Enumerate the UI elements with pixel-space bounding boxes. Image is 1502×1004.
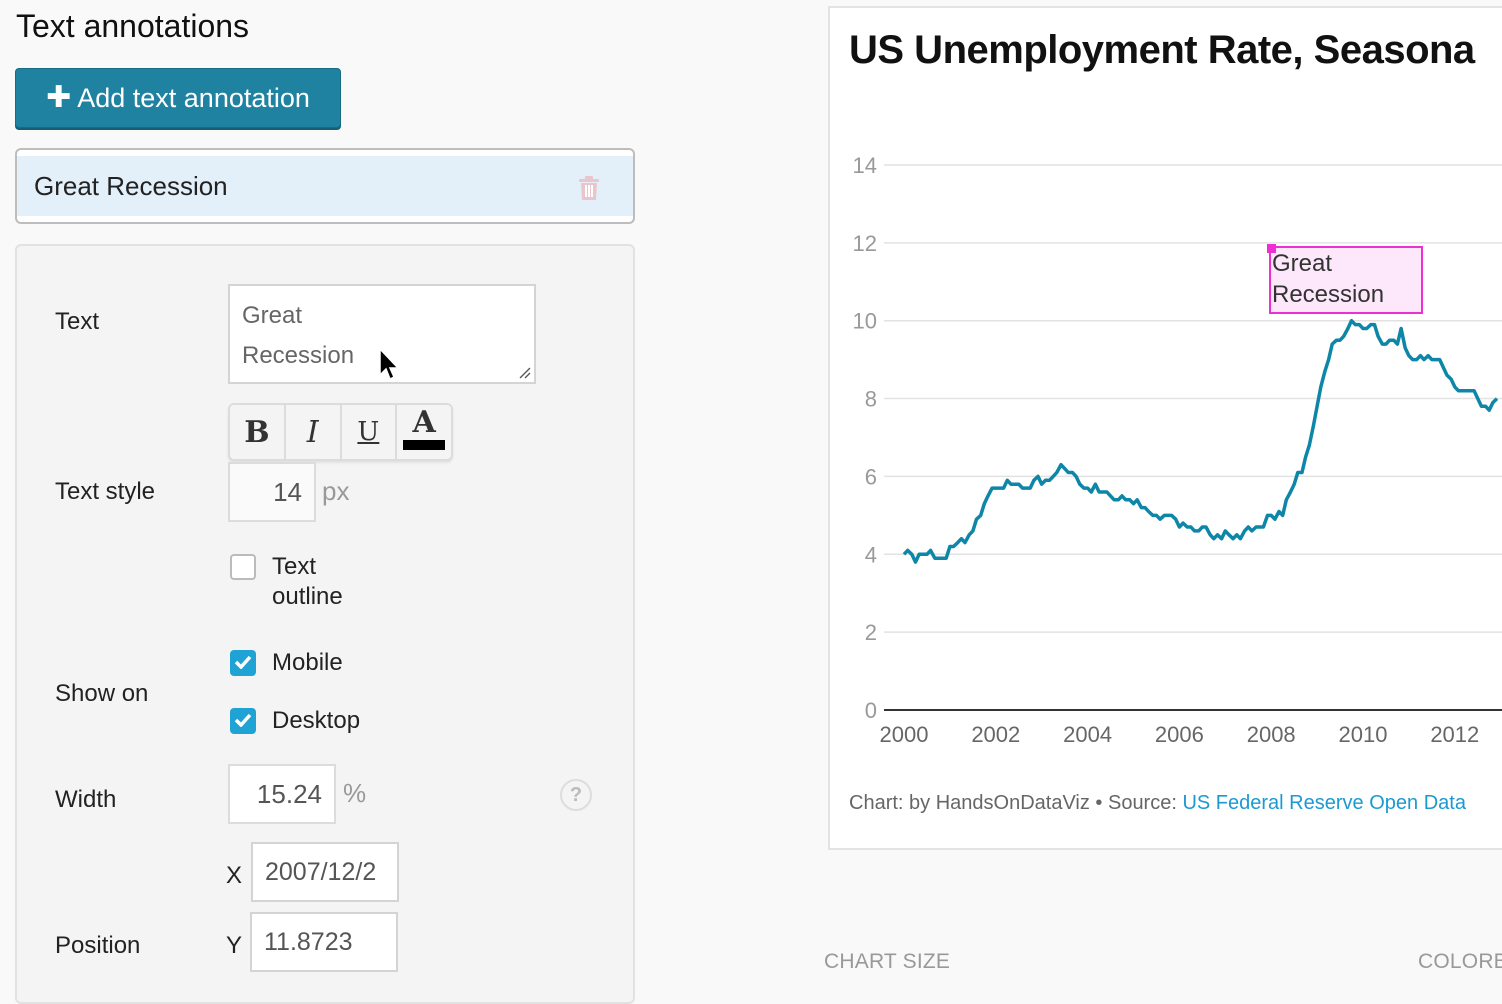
checkmark-icon xyxy=(234,713,252,727)
resize-grip-icon[interactable] xyxy=(519,367,531,379)
add-text-annotation-button[interactable]: ✚ Add text annotation xyxy=(15,68,341,128)
position-y-input[interactable]: 11.8723 xyxy=(250,912,398,972)
x-tick-label: 2010 xyxy=(1339,722,1388,747)
chart-annotation-great-recession[interactable]: Great Recession xyxy=(1269,246,1423,314)
italic-button[interactable]: I xyxy=(286,405,342,459)
line-chart: 0 2 4 6 8 10 12 14 2000 2002 2004 2006 2008 2010 2012 xyxy=(853,153,1502,747)
show-on-label: Show on xyxy=(55,680,149,707)
width-unit: % xyxy=(343,778,367,808)
annotation-line-1: Great xyxy=(1272,250,1333,277)
show-on-mobile-label: Mobile xyxy=(272,649,343,676)
y-tick-label: 6 xyxy=(865,464,877,489)
y-tick-label: 2 xyxy=(865,620,877,645)
annotation-item-label: Great Recession xyxy=(34,170,228,201)
bold-button[interactable]: B xyxy=(230,405,286,459)
x-label: X xyxy=(226,862,243,889)
width-label: Width xyxy=(55,786,117,813)
show-on-mobile-checkbox[interactable] xyxy=(230,650,256,676)
text-style-toolbar: B I U A xyxy=(228,403,453,461)
y-tick-label: 0 xyxy=(865,698,877,723)
trash-icon[interactable] xyxy=(579,176,599,200)
series-line-unemployment xyxy=(902,318,1499,564)
plus-icon: ✚ xyxy=(46,81,72,114)
annotation-text-line-1: Great xyxy=(242,302,303,329)
help-icon[interactable]: ? xyxy=(560,779,592,811)
x-tick-label: 2006 xyxy=(1155,722,1204,747)
y-tick-label: 10 xyxy=(853,309,877,334)
add-button-label: Add text annotation xyxy=(77,82,310,113)
text-outline-checkbox[interactable] xyxy=(230,554,256,580)
x-tick-label: 2004 xyxy=(1063,722,1112,747)
text-label: Text xyxy=(55,308,100,335)
show-on-desktop-label: Desktop xyxy=(272,707,361,734)
y-tick-label: 12 xyxy=(853,231,877,256)
text-color-icon: A xyxy=(412,405,436,440)
annotation-editor-panel: Text annotations ✚ Add text annotation G… xyxy=(0,0,650,1004)
source-link[interactable]: US Federal Reserve Open Data xyxy=(1182,792,1465,814)
section-title: Text annotations xyxy=(16,8,250,44)
text-color-swatch xyxy=(403,440,446,450)
y-label: Y xyxy=(226,932,243,959)
chart-title: US Unemployment Rate, Seasona xyxy=(849,28,1475,72)
show-on-desktop-checkbox[interactable] xyxy=(230,708,256,734)
underline-icon: U xyxy=(357,417,380,447)
underline-button[interactable]: U xyxy=(342,405,398,459)
annotation-drag-handle[interactable] xyxy=(1267,244,1276,253)
width-input[interactable]: 15.24 xyxy=(228,764,336,824)
y-tick-label: 14 xyxy=(853,153,877,178)
italic-icon: I xyxy=(306,414,319,450)
font-size-unit: px xyxy=(322,476,350,506)
y-tick-label: 8 xyxy=(865,387,877,412)
colorblind-section-label: COLORB xyxy=(1418,950,1502,973)
checkmark-icon xyxy=(234,655,252,669)
chart-size-section-label: CHART SIZE xyxy=(824,950,951,973)
text-color-button[interactable]: A xyxy=(397,405,451,459)
credit-text: Chart: by HandsOnDataViz • Source: xyxy=(849,792,1183,814)
position-x-input[interactable]: 2007/12/2 xyxy=(251,842,399,902)
position-label: Position xyxy=(55,932,141,959)
mouse-cursor-icon xyxy=(379,348,400,381)
chart-credit: Chart: by HandsOnDataViz • Source: US Fe… xyxy=(849,792,1466,815)
annotation-line-2: Recession xyxy=(1272,281,1385,308)
y-tick-label: 4 xyxy=(865,542,877,567)
bold-icon: B xyxy=(244,414,270,450)
x-tick-label: 2002 xyxy=(971,722,1020,747)
font-size-input[interactable]: 14 xyxy=(228,462,316,522)
x-tick-label: 2000 xyxy=(880,722,929,747)
text-style-label: Text style xyxy=(55,478,156,505)
x-tick-label: 2008 xyxy=(1247,722,1296,747)
x-tick-label: 2012 xyxy=(1430,722,1479,747)
annotation-list-item[interactable]: Great Recession xyxy=(15,148,635,224)
text-outline-label: Text outline xyxy=(272,553,343,610)
